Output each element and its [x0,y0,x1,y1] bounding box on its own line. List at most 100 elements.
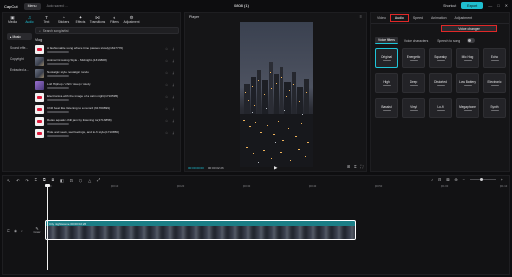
mute-icon[interactable]: ♪ [21,229,23,233]
tab-stickers[interactable]: ◔ Stickers [56,14,71,26]
download-icon[interactable]: ⤓ [173,47,177,51]
mask-icon[interactable]: ⬡ [79,178,82,183]
list-item[interactable]: Chill beat like listening to a record (6… [35,104,179,115]
undo-icon[interactable]: ↶ [16,178,19,183]
effect-original[interactable]: Original [375,48,398,68]
playhead[interactable] [45,184,50,270]
delete-right-icon[interactable]: ⧈ [52,178,54,182]
effect-squeaky[interactable]: Squeaky [429,48,452,68]
effect-deep[interactable]: Deep [402,73,425,93]
mirror-icon[interactable]: △ [88,178,91,183]
list-item[interactable]: Electronica with the image of a calm nig… [35,92,179,103]
preview-axis-icon[interactable]: ⊠ [446,177,449,182]
visibility-icon[interactable]: ◉ [14,229,17,233]
play-icon[interactable]: ▶ [274,164,277,171]
cover-button[interactable]: ✎ Cover [32,223,42,237]
tab-speed[interactable]: Speed [409,14,427,22]
grid-icon[interactable]: ⊞ [347,164,350,171]
minimize-icon[interactable]: — [488,3,492,8]
tab-voice-filters[interactable]: Voice filters [375,37,398,44]
list-item[interactable]: Hide and seek, sad feelings, and lo-fi s… [35,128,179,139]
tab-adjustment-props[interactable]: Adjustment [451,14,477,22]
tab-filters[interactable]: ◐ Filters [107,14,122,26]
effect-energetic[interactable]: Energetic [402,48,425,68]
favorite-icon[interactable]: ☆ [165,131,169,135]
voice-toggle[interactable] [467,38,476,43]
effect-vinyl[interactable]: Vinyl [402,98,425,118]
voice-changer-button[interactable]: Voice changer [441,25,497,32]
ratio-icon[interactable]: ⌗ [354,164,356,171]
effect-bassist[interactable]: Bassist [375,98,398,118]
tab-effects[interactable]: ✦ Effects [73,14,88,26]
effect-megaphone[interactable]: Megaphone [456,98,479,118]
project-title[interactable]: 0808 (1) [234,3,249,8]
download-icon[interactable]: ⤓ [173,107,177,111]
video-preview[interactable] [240,22,313,167]
menu-button[interactable]: Menu [23,2,41,10]
player-menu-icon[interactable]: ≡ [360,14,362,19]
maximize-icon[interactable]: □ [497,3,499,8]
close-icon[interactable]: ✕ [505,3,508,8]
tab-animation[interactable]: Animation [427,14,451,22]
favorite-icon[interactable]: ☆ [165,59,169,63]
search-input[interactable]: ⌕ Search song/artist [35,27,179,34]
effect-low-battery[interactable]: Low Battery [456,73,479,93]
download-icon[interactable]: ⤓ [173,131,177,135]
effect-lofi[interactable]: Lo-fi [429,98,452,118]
effect-mic-hog[interactable]: Mic Hog [456,48,479,68]
time-ruler[interactable]: 00:00 |00:10 |00:20 |00:30 |00:40 |00:50… [45,185,507,190]
tab-video[interactable]: Video [373,14,390,22]
snap-icon[interactable]: ⊕ [454,177,457,182]
sidebar-item-copyright[interactable]: Copyright [7,55,32,62]
favorite-icon[interactable]: ☆ [165,107,169,111]
list-item[interactable]: A fashionable song where time passes slo… [35,44,179,55]
zoom-slider[interactable] [469,177,496,182]
tab-media[interactable]: ▣ Media [5,14,20,26]
audio-icon[interactable]: ♪ [431,178,433,182]
tab-adjustment[interactable]: ⚙ Adjustment [124,14,140,26]
download-icon[interactable]: ⤓ [173,59,177,63]
tab-text[interactable]: T Text [39,14,54,26]
fullscreen-icon[interactable]: ⛶ [360,164,363,171]
tab-audio-props[interactable]: Audio [389,14,409,22]
zoom-out-icon[interactable]: − [463,178,465,182]
sidebar-item-sound-effects[interactable]: Sound effe... [7,44,32,51]
sidebar-item-music[interactable]: ▸ Music [7,33,32,40]
effect-synth[interactable]: Synth [483,98,506,118]
favorite-icon[interactable]: ☆ [165,47,169,51]
shortcut-button[interactable]: Shortcut [443,4,456,8]
select-tool-icon[interactable]: ↖ [7,178,10,183]
crop-icon[interactable]: ⊡ [70,178,73,183]
effect-distorted[interactable]: Distorted [429,73,452,93]
effect-electronic[interactable]: Electronic [483,73,506,93]
effect-high[interactable]: High [375,73,398,93]
list-item[interactable]: Nostalgic style nostalgic rondo ☆ ⤓ [35,68,179,79]
tab-speech-to-song[interactable]: Speech to song [434,37,463,44]
export-button[interactable]: Export [461,2,484,9]
tab-voice-characters[interactable]: Voice characters [401,37,431,44]
download-icon[interactable]: ⤓ [173,71,177,75]
redo-icon[interactable]: ↷ [25,178,28,183]
download-icon[interactable]: ⤓ [173,95,177,99]
video-clip[interactable]: City nightscene 00:00:02:26 [45,220,356,240]
list-item[interactable]: Relax aquatic chill jam by listening to(… [35,116,179,127]
delete-left-icon[interactable]: ⧉ [43,178,46,182]
favorite-icon[interactable]: ☆ [165,71,169,75]
list-item[interactable]: Lofi Hiphop / chill / sleep / study ☆ ⤓ [35,80,179,91]
resize-icon[interactable]: ⤢ [97,178,100,182]
list-item[interactable]: Animal Crossing Style - Midnight-(131380… [35,56,179,67]
favorite-icon[interactable]: ☆ [165,95,169,99]
download-icon[interactable]: ⤓ [173,119,177,123]
tab-audio[interactable]: ♫ Audio [22,14,37,26]
link-icon[interactable]: ⊟ [438,177,441,182]
favorite-icon[interactable]: ☆ [165,119,169,123]
favorite-icon[interactable]: ☆ [165,83,169,87]
effect-echo[interactable]: Echo [483,48,506,68]
sidebar-item-extracted-audio[interactable]: Extracted a... [7,66,32,73]
tab-transitions[interactable]: ⋈ Transitions [90,14,105,26]
split-icon[interactable]: ⌶ [35,178,37,182]
download-icon[interactable]: ⤓ [173,83,177,87]
lock-icon[interactable]: ⊏ [7,229,10,233]
zoom-in-icon[interactable]: + [501,178,503,182]
freeze-icon[interactable]: ◧ [60,178,64,183]
